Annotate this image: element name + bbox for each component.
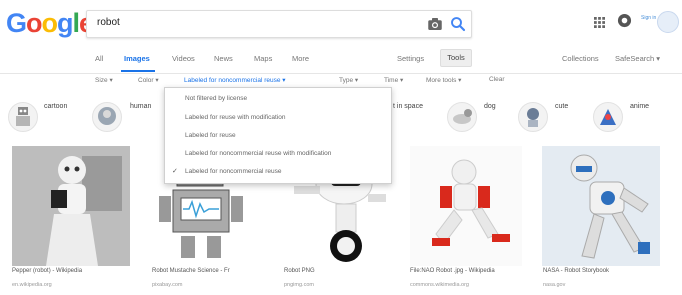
image-result[interactable] — [12, 146, 130, 266]
chip-thumb-human[interactable] — [92, 102, 122, 132]
image-caption[interactable]: Robot Mustache Science - Fr — [152, 268, 230, 274]
image-caption[interactable]: NASA - Robot Storybook — [543, 268, 609, 274]
image-caption[interactable]: File:NAO Robot .jpg - Wikipedia — [410, 268, 495, 274]
settings-link[interactable]: Settings — [397, 54, 424, 63]
image-caption[interactable]: Robot PNG — [284, 268, 315, 274]
chip-in-space[interactable]: t in space — [393, 103, 423, 110]
sign-in-link[interactable]: Sign in — [641, 15, 656, 21]
chip-thumb-anime[interactable] — [593, 102, 623, 132]
tools-button[interactable]: Tools — [440, 49, 472, 67]
logo-letter: g — [57, 8, 73, 38]
tab-images[interactable]: Images — [124, 54, 150, 63]
chip-anime[interactable]: anime — [630, 103, 649, 110]
dropdown-item-reuse-modification[interactable]: Labeled for reuse with modification — [185, 114, 285, 121]
header-divider — [0, 73, 682, 74]
google-logo[interactable]: Google — [6, 8, 94, 38]
active-tab-indicator — [121, 70, 155, 72]
time-filter[interactable]: Time ▾ — [384, 76, 403, 84]
collections-link[interactable]: Collections — [562, 54, 599, 63]
size-filter[interactable]: Size ▾ — [95, 76, 113, 84]
search-input[interactable]: robot — [97, 17, 120, 28]
color-filter[interactable]: Color ▾ — [138, 76, 159, 84]
dropdown-item-reuse[interactable]: Labeled for reuse — [185, 132, 236, 139]
chip-dog[interactable]: dog — [484, 103, 496, 110]
check-icon: ✓ — [172, 168, 178, 175]
camera-icon[interactable] — [426, 15, 444, 33]
tab-news[interactable]: News — [214, 54, 233, 63]
chip-thumb-cartoon[interactable] — [8, 102, 38, 132]
chip-thumb-cute[interactable] — [518, 102, 548, 132]
chip-cute[interactable]: cute — [555, 103, 568, 110]
image-source: pixabay.com — [152, 282, 183, 288]
chip-thumb-dog[interactable] — [447, 102, 477, 132]
usage-rights-filter[interactable]: Labeled for noncommercial reuse ▾ — [184, 76, 286, 84]
logo-letter: o — [26, 8, 42, 38]
tab-maps[interactable]: Maps — [254, 54, 272, 63]
chip-human[interactable]: human — [130, 103, 151, 110]
safesearch-link[interactable]: SafeSearch ▾ — [615, 54, 660, 63]
tab-more[interactable]: More — [292, 54, 309, 63]
image-source: commons.wikimedia.org — [410, 282, 469, 288]
image-source: nasa.gov — [543, 282, 566, 288]
image-source: pngimg.com — [284, 282, 314, 288]
image-source: en.wikipedia.org — [12, 282, 52, 288]
chip-cartoon[interactable]: cartoon — [44, 103, 67, 110]
usage-rights-dropdown: Not filtered by license Labeled for reus… — [164, 87, 392, 184]
tab-videos[interactable]: Videos — [172, 54, 195, 63]
more-tools-filter[interactable]: More tools ▾ — [426, 76, 461, 84]
image-result[interactable] — [410, 146, 522, 266]
search-box[interactable]: robot — [86, 10, 472, 38]
dropdown-item-not-filtered[interactable]: Not filtered by license — [185, 95, 247, 102]
apps-grid-icon[interactable] — [594, 17, 605, 28]
image-caption[interactable]: Pepper (robot) - Wikipedia — [12, 268, 82, 274]
tab-all[interactable]: All — [95, 54, 103, 63]
avatar[interactable] — [657, 11, 679, 33]
logo-letter: o — [41, 8, 58, 38]
notifications-icon[interactable] — [617, 13, 632, 28]
clear-filters[interactable]: Clear — [489, 76, 505, 83]
dropdown-item-noncommercial-modification[interactable]: Labeled for noncommercial reuse with mod… — [185, 150, 331, 157]
image-result[interactable] — [542, 146, 660, 266]
type-filter[interactable]: Type ▾ — [339, 76, 358, 84]
search-icon[interactable] — [449, 15, 467, 33]
dropdown-item-noncommercial[interactable]: Labeled for noncommercial reuse — [185, 168, 281, 175]
logo-letter: G — [6, 8, 27, 38]
